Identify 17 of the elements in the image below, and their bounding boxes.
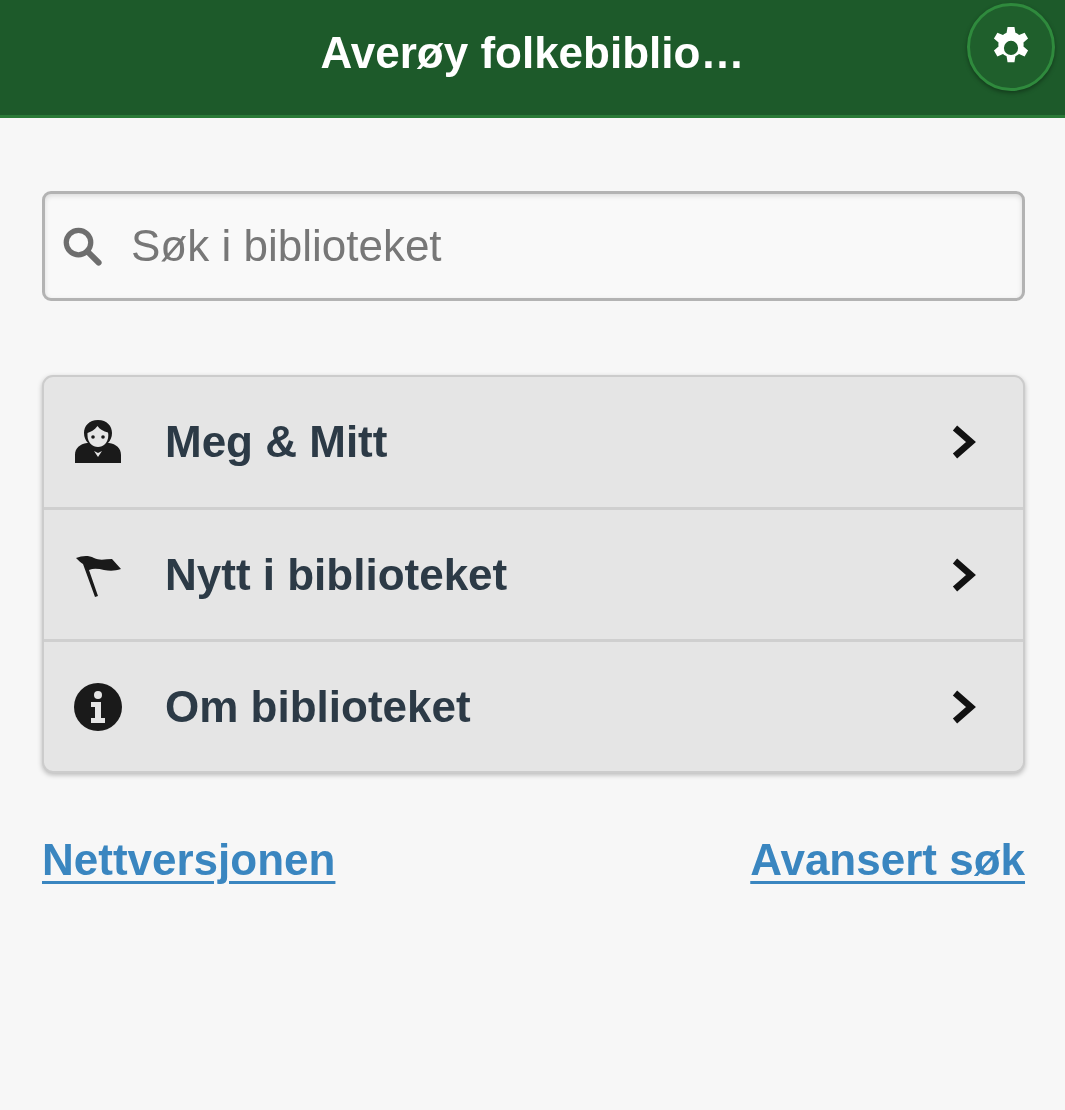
search-icon [61, 225, 103, 267]
text-link[interactable]: Avansert søk [750, 835, 1025, 885]
search-field[interactable]: Søk i biblioteket [42, 191, 1025, 301]
chevron-icon [951, 424, 977, 460]
person-icon [74, 418, 122, 466]
chevron-icon [951, 688, 977, 725]
menu-item[interactable]: Meg & Mitt [44, 377, 1023, 507]
menu-item-label: Nytt i biblioteket [165, 549, 508, 600]
menu-item-label: Meg & Mitt [165, 417, 388, 467]
text-link[interactable]: Nettversjonen [42, 835, 336, 885]
header-title: Averøy folkebiblio… [320, 27, 745, 80]
menu-item[interactable]: Nytt i biblioteket [44, 507, 1023, 639]
menu-item[interactable]: Om biblioteket [44, 639, 1023, 771]
info-icon [74, 682, 122, 731]
menu-item-label: Om biblioteket [165, 681, 471, 732]
chevron-icon [951, 556, 977, 593]
settings-button[interactable] [967, 3, 1055, 91]
